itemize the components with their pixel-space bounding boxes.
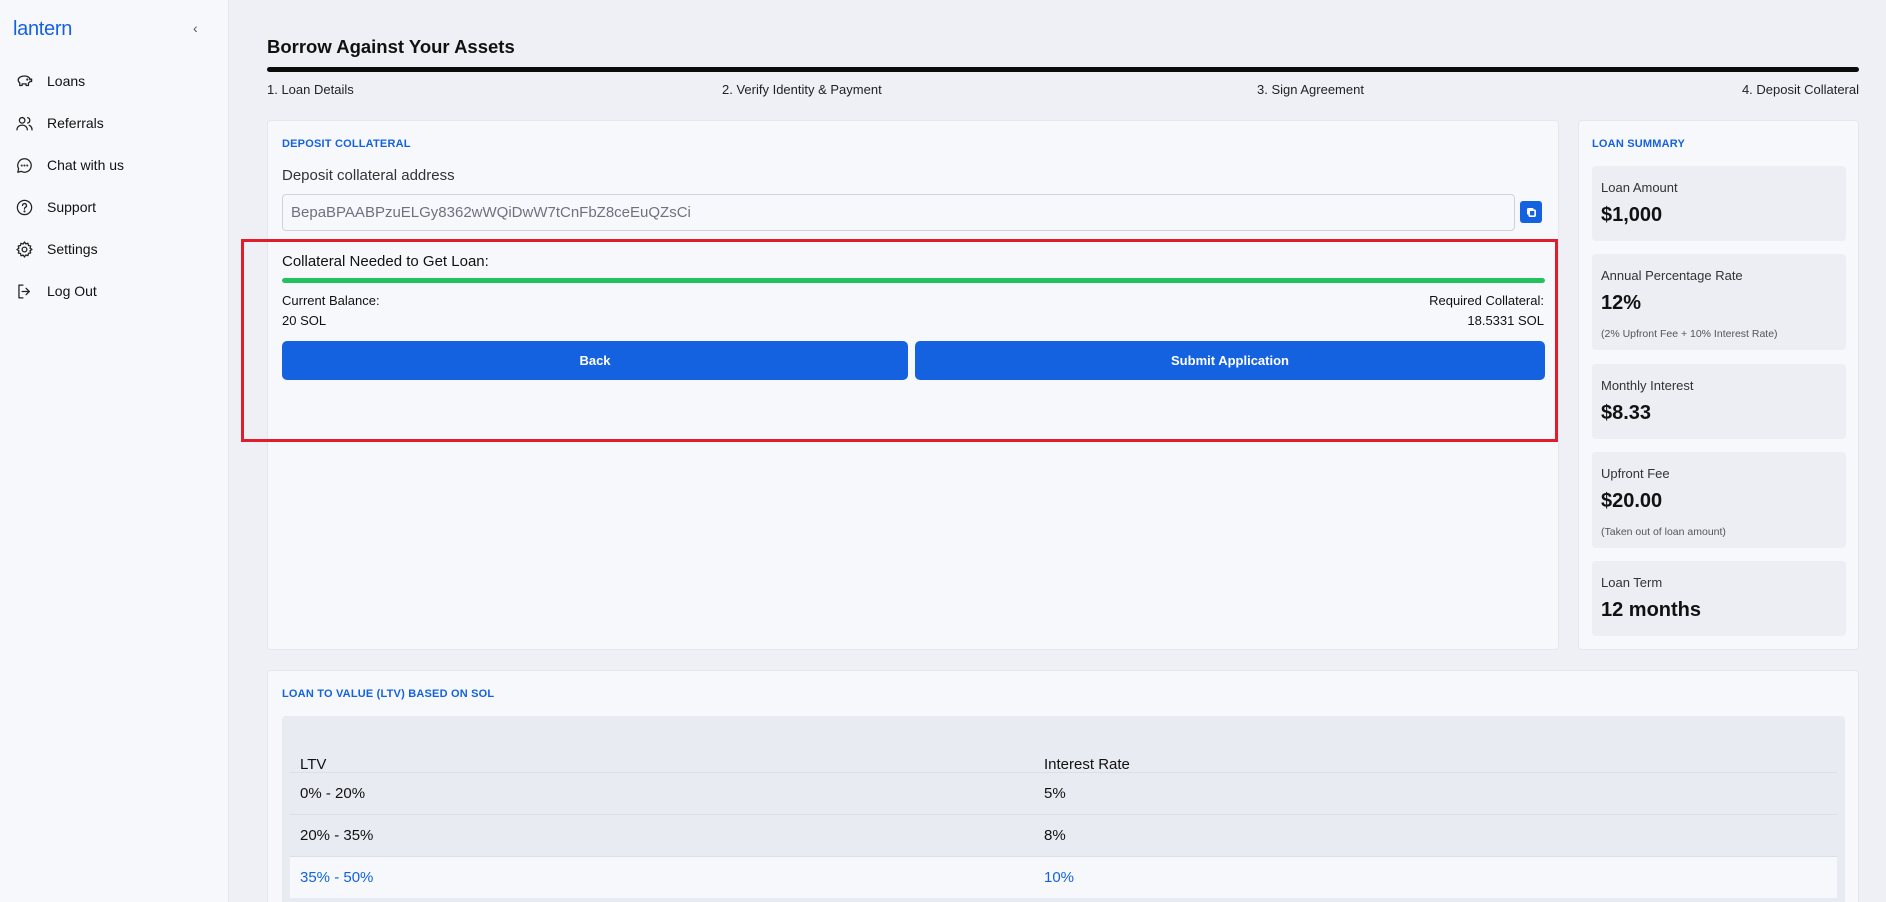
- summary-tile-apr: Annual Percentage Rate 12% (2% Upfront F…: [1592, 254, 1846, 350]
- copy-address-button[interactable]: [1520, 201, 1542, 223]
- sidebar-item-settings[interactable]: Settings: [14, 228, 214, 270]
- tile-value: $8.33: [1601, 402, 1652, 424]
- sidebar-item-chat[interactable]: Chat with us: [14, 144, 214, 186]
- sidebar-item-label: Loans: [47, 73, 86, 89]
- chat-icon: [14, 155, 34, 175]
- sidebar-item-label: Referrals: [47, 115, 104, 131]
- step-sign-agreement: 3. Sign Agreement: [1257, 82, 1364, 97]
- tile-note: (2% Upfront Fee + 10% Interest Rate): [1601, 328, 1778, 340]
- tile-value: $20.00: [1601, 490, 1663, 512]
- rate-cell: 8%: [1044, 827, 1066, 844]
- app-logo[interactable]: lantern: [13, 18, 72, 41]
- help-circle-icon: [14, 197, 34, 217]
- step-loan-details: 1. Loan Details: [267, 82, 354, 97]
- tile-value: 12%: [1601, 292, 1642, 314]
- tile-value: $1,000: [1601, 204, 1663, 226]
- ltv-cell: 35% - 50%: [300, 869, 374, 886]
- ltv-card: LOAN TO VALUE (LTV) BASED ON SOL LTV Int…: [267, 670, 1859, 902]
- sidebar-item-referrals[interactable]: Referrals: [14, 102, 214, 144]
- tile-value: 12 months: [1601, 599, 1702, 621]
- address-label: Deposit collateral address: [282, 167, 455, 184]
- rate-cell: 10%: [1044, 869, 1075, 886]
- summary-tile-monthly-interest: Monthly Interest $8.33: [1592, 364, 1846, 439]
- table-row-active: 35% - 50% 10%: [290, 856, 1837, 898]
- ltv-cell: 20% - 35%: [300, 827, 374, 844]
- users-icon: [14, 113, 34, 133]
- ltv-cell: 0% - 20%: [300, 785, 366, 802]
- summary-tile-upfront-fee: Upfront Fee $20.00 (Taken out of loan am…: [1592, 452, 1846, 548]
- step-deposit-collateral: 4. Deposit Collateral: [1741, 82, 1859, 97]
- tile-label: Upfront Fee: [1601, 466, 1670, 481]
- rate-cell: 5%: [1044, 785, 1066, 802]
- sidebar-item-support[interactable]: Support: [14, 186, 214, 228]
- collateral-address-field[interactable]: [282, 194, 1515, 231]
- tile-label: Monthly Interest: [1601, 378, 1694, 393]
- highlight-box: [241, 239, 1558, 442]
- sidebar-nav: Loans Referrals Chat with us Support Set…: [14, 60, 214, 312]
- section-label: LOAN SUMMARY: [1592, 138, 1686, 150]
- sidebar-item-label: Support: [47, 199, 97, 215]
- section-label: DEPOSIT COLLATERAL: [282, 138, 411, 150]
- collapse-sidebar-icon[interactable]: ‹: [193, 20, 198, 36]
- logout-icon: [14, 281, 34, 301]
- tile-note: (Taken out of loan amount): [1601, 526, 1726, 538]
- sidebar: lantern ‹ Loans Referrals Chat with us S…: [0, 0, 229, 902]
- sidebar-item-label: Settings: [47, 241, 98, 257]
- piggy-bank-icon: [14, 71, 34, 91]
- gear-icon: [14, 239, 34, 259]
- sidebar-item-label: Log Out: [47, 283, 97, 299]
- interest-rate-column-header: Interest Rate: [1044, 756, 1130, 773]
- sidebar-item-logout[interactable]: Log Out: [14, 270, 214, 312]
- table-row: 0% - 20% 5%: [290, 772, 1837, 814]
- tile-label: Annual Percentage Rate: [1601, 268, 1743, 283]
- summary-tile-loan-term: Loan Term 12 months: [1592, 561, 1846, 636]
- section-label: LOAN TO VALUE (LTV) BASED ON SOL: [282, 688, 495, 700]
- ltv-table: LTV Interest Rate 0% - 20% 5% 20% - 35% …: [282, 716, 1845, 902]
- tile-label: Loan Amount: [1601, 180, 1678, 195]
- stepper-progress-bar: [267, 67, 1859, 72]
- step-verify-identity: 2. Verify Identity & Payment: [722, 82, 882, 97]
- page-title: Borrow Against Your Assets: [267, 36, 515, 57]
- summary-tile-loan-amount: Loan Amount $1,000: [1592, 166, 1846, 241]
- copy-icon: [1526, 207, 1536, 217]
- tile-label: Loan Term: [1601, 575, 1663, 590]
- ltv-column-header: LTV: [300, 756, 327, 773]
- loan-summary-card: LOAN SUMMARY Loan Amount $1,000 Annual P…: [1578, 120, 1859, 650]
- table-row: 20% - 35% 8%: [290, 814, 1837, 856]
- sidebar-item-label: Chat with us: [47, 157, 125, 173]
- sidebar-item-loans[interactable]: Loans: [14, 60, 214, 102]
